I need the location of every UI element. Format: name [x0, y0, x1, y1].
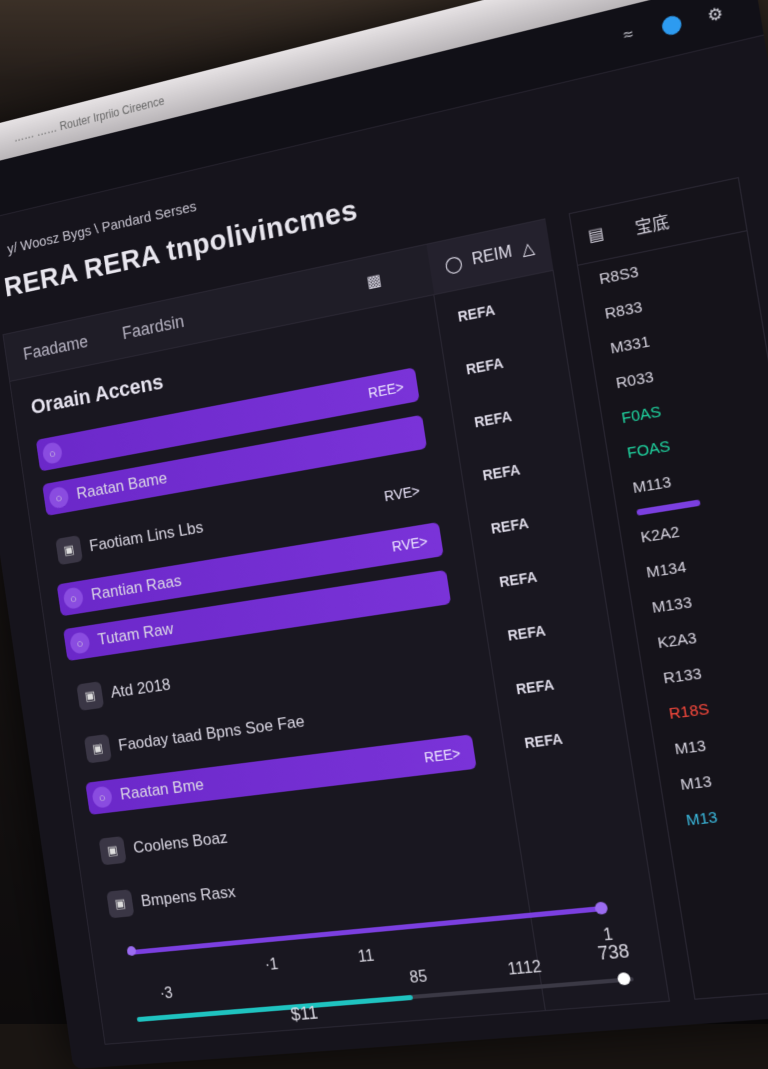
list-item-label: Rantian Raas — [90, 571, 183, 604]
teal-left-label: ·3 — [159, 985, 174, 1003]
row-tag[interactable]: RVE> — [391, 533, 429, 555]
purple-slider-knob[interactable] — [594, 901, 608, 915]
list-item-label: Raatan Bame — [75, 469, 168, 504]
tab-faadame[interactable]: Faadame — [22, 331, 89, 364]
circle-icon: ○ — [91, 786, 113, 809]
image-icon: ▣ — [99, 836, 127, 865]
list-item-label: Atd 2018 — [110, 675, 172, 702]
grey-slider-knob[interactable] — [617, 972, 631, 986]
circle-icon: ○ — [63, 586, 85, 610]
refa-header-label: REIM — [471, 243, 514, 269]
teal-right-label: 1112 — [507, 959, 543, 980]
purple-label-mid: 11 — [357, 948, 375, 967]
row-tag[interactable]: REE> — [423, 745, 462, 765]
status-indicator — [661, 14, 683, 37]
row-tag[interactable]: REE> — [367, 379, 405, 401]
list-item-label: Faotiam Lins Lbs — [88, 518, 204, 556]
image-icon: ▣ — [84, 734, 112, 764]
tab-faardsin[interactable]: Faardsin — [121, 311, 185, 344]
teal-mid-label: 85 — [409, 968, 429, 988]
search-icon[interactable]: ◯ — [443, 253, 464, 276]
circle-icon: ○ — [48, 486, 70, 510]
monitor-screen: …… …… Router Irpriio Cireence ≈ ⚙ y/ Woo… — [0, 0, 768, 1069]
circle-icon: ○ — [42, 441, 64, 465]
circle-icon: ○ — [69, 631, 91, 654]
list-item-label: Raatan Bme — [119, 775, 205, 804]
list-item-label: Faoday taad Bpns Soe Fae — [117, 712, 306, 756]
calculator-icon[interactable]: ▤ — [587, 223, 606, 247]
gear-icon[interactable]: ⚙ — [703, 2, 728, 28]
main-panel: Faadame Faardsin ▩ Oraain Accens ○REE>○R… — [2, 218, 670, 1044]
list-item-label: Coolens Boaz — [132, 828, 229, 858]
grey-value: 738 — [596, 941, 631, 965]
image-icon: ▣ — [55, 535, 83, 565]
teal-slider-fill[interactable] — [137, 995, 413, 1022]
tab-toggle-icon[interactable]: ▩ — [365, 270, 382, 293]
right-panel-title: 宝底 — [633, 207, 671, 239]
list-item-label: Tutam Raw — [97, 619, 175, 649]
image-icon: ▣ — [76, 681, 104, 711]
bottom-value: $11 — [290, 1003, 320, 1026]
flask-icon: △ — [520, 238, 536, 261]
purple-label-left: ·1 — [264, 956, 280, 975]
purple-slider-start[interactable] — [126, 946, 136, 956]
row-tag[interactable]: RVE> — [383, 483, 421, 505]
wifi-icon[interactable]: ≈ — [617, 23, 641, 48]
